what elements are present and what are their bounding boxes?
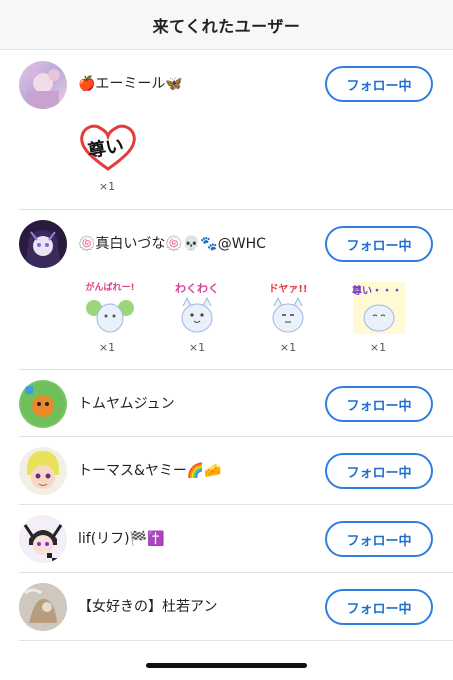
stamp-count: ×1 xyxy=(279,341,297,354)
stamp-sticker: 尊い・・・ xyxy=(349,278,409,334)
avatar[interactable] xyxy=(19,380,67,428)
page-title: 来てくれたユーザー xyxy=(152,16,301,36)
following-button[interactable]: フォロー中 xyxy=(325,521,433,557)
stamp-count: ×1 xyxy=(98,341,116,354)
stamp-label: がんばれー! xyxy=(85,281,134,293)
header-bar: 来てくれたユーザー xyxy=(0,0,453,50)
following-button[interactable]: フォロー中 xyxy=(325,66,433,102)
following-button[interactable]: フォロー中 xyxy=(325,226,433,262)
user-row[interactable]: トムヤムジュン フォロー中 xyxy=(0,378,453,434)
home-indicator[interactable] xyxy=(146,663,307,668)
user-row[interactable]: 🍎エーミール🦋 フォロー中 尊い ×1 xyxy=(0,58,453,208)
stamp-count: ×1 xyxy=(369,341,387,354)
user-name: トーマス&ヤミー🌈🧀 xyxy=(78,463,222,479)
stamp-count: ×1 xyxy=(188,341,206,354)
stamp-label: 尊い・・・ xyxy=(352,284,402,297)
following-button[interactable]: フォロー中 xyxy=(325,386,433,422)
avatar[interactable] xyxy=(19,220,67,268)
divider xyxy=(19,504,453,505)
avatar[interactable] xyxy=(19,61,67,109)
user-name: トムヤムジュン xyxy=(78,396,175,412)
divider xyxy=(19,640,453,641)
user-row[interactable]: lif(リフ)🏁✝️ フォロー中 xyxy=(0,513,453,569)
stamp-sticker: ドヤァ!! xyxy=(258,278,318,333)
stamp-sticker: がんばれー! xyxy=(80,278,140,333)
user-row[interactable]: トーマス&ヤミー🌈🧀 フォロー中 xyxy=(0,445,453,501)
user-row[interactable]: 【女好きの】杜若アン フォロー中 xyxy=(0,581,453,637)
divider xyxy=(19,209,453,210)
following-button[interactable]: フォロー中 xyxy=(325,453,433,489)
stamp-label: わくわく xyxy=(175,282,219,295)
stamp-sticker: わくわく xyxy=(167,278,227,333)
avatar[interactable] xyxy=(19,447,67,495)
following-button[interactable]: フォロー中 xyxy=(325,589,433,625)
user-name: lif(リフ)🏁✝️ xyxy=(78,531,165,547)
stamp-label: ドヤァ!! xyxy=(268,283,307,295)
user-name: 🍥真白いづな🍥💀🐾@WHC xyxy=(78,236,266,252)
user-name: 【女好きの】杜若アン xyxy=(78,599,218,615)
user-row[interactable]: 🍥真白いづな🍥💀🐾@WHC フォロー中 がんばれー! ×1 わくわく ×1 ドヤ… xyxy=(0,218,453,368)
avatar[interactable] xyxy=(19,515,67,563)
avatar[interactable] xyxy=(19,583,67,631)
stamp-sticker: 尊い xyxy=(78,122,138,172)
divider xyxy=(19,436,453,437)
divider xyxy=(19,369,453,370)
stamp-count: ×1 xyxy=(98,180,116,193)
user-name: 🍎エーミール🦋 xyxy=(78,76,183,92)
divider xyxy=(19,572,453,573)
